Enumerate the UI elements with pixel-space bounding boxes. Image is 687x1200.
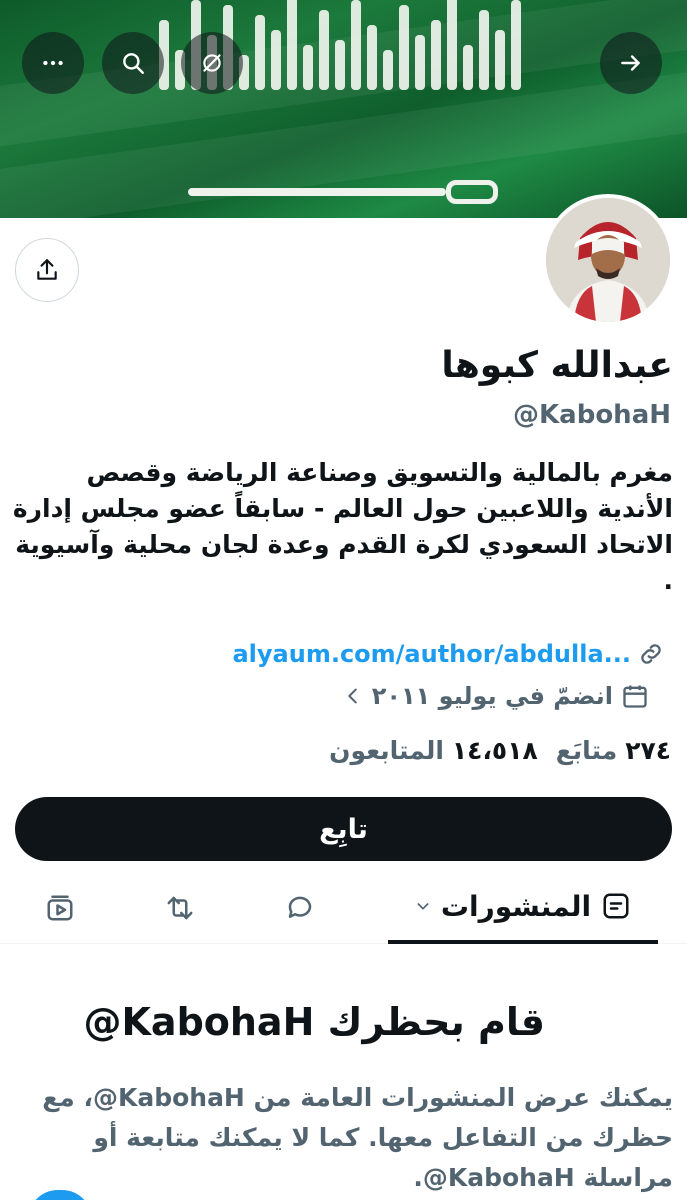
profile-banner[interactable] (0, 0, 687, 218)
profile-link-row[interactable]: alyaum.com/author/abdulla... (232, 640, 665, 668)
profile-handle: @KabohaH (513, 400, 671, 430)
following-count: ٢٧٤ (625, 736, 671, 765)
profile-link[interactable]: alyaum.com/author/abdulla... (232, 640, 631, 668)
profile-stats: ٢٧٤ متابَع ١٤،٥١٨ المتابعون (329, 736, 671, 765)
tab-replies[interactable] (262, 872, 338, 944)
avatar[interactable] (542, 194, 674, 326)
share-icon (37, 259, 57, 280)
following-label: متابَع (555, 736, 618, 765)
follow-button[interactable]: تابِع (15, 797, 672, 861)
joined-date: انضمّ في يوليو ٢٠١١ (371, 682, 613, 710)
profile-bio: مغرم بالمالية والتسويق وصناعة الرياضة وق… (12, 458, 673, 595)
search-icon (123, 53, 144, 74)
mute-icon (203, 54, 221, 72)
tab-media[interactable] (22, 872, 98, 944)
following-stat[interactable]: ٢٧٤ متابَع (556, 736, 671, 765)
followers-stat[interactable]: ١٤،٥١٨ المتابعون (329, 736, 538, 765)
joined-row[interactable]: انضمّ في يوليو ٢٠١١ (342, 682, 649, 710)
followers-label: المتابعون (329, 736, 444, 765)
blocked-description: يمكنك عرض المنشورات العامة من ‎@KabohaH‏… (42, 1083, 673, 1192)
avatar-portrait (546, 198, 670, 322)
profile-tabs: المنشورات (0, 872, 687, 944)
search-button[interactable] (102, 32, 164, 94)
share-button[interactable] (15, 238, 79, 302)
link-icon (641, 644, 661, 664)
more-icon (43, 60, 63, 66)
chevron-down-icon (417, 903, 429, 910)
posts-icon (603, 893, 629, 919)
forward-arrow-icon (621, 55, 640, 71)
followers-count: ١٤،٥١٨ (451, 736, 538, 765)
calendar-icon (623, 685, 647, 708)
blocked-handle: @KabohaH (83, 1000, 315, 1044)
profile-name: عبدالله كبوها (441, 345, 673, 386)
chevron-left-icon (348, 688, 357, 704)
repost-icon (167, 896, 193, 920)
reply-icon (288, 896, 312, 918)
banner-sword-decoration (188, 188, 446, 196)
blocked-title-text: قام بحظرك (327, 1000, 545, 1044)
more-button[interactable] (22, 32, 84, 94)
blocked-title: @KabohaH قام بحظرك (83, 1000, 545, 1044)
forward-button[interactable] (600, 32, 662, 94)
tab-posts-label: المنشورات (440, 889, 592, 923)
video-icon (47, 895, 73, 921)
banner-sword-hilt (446, 180, 498, 204)
tab-posts[interactable]: المنشورات (388, 872, 658, 944)
tab-reposts[interactable] (142, 872, 218, 944)
mute-button[interactable] (181, 32, 243, 94)
